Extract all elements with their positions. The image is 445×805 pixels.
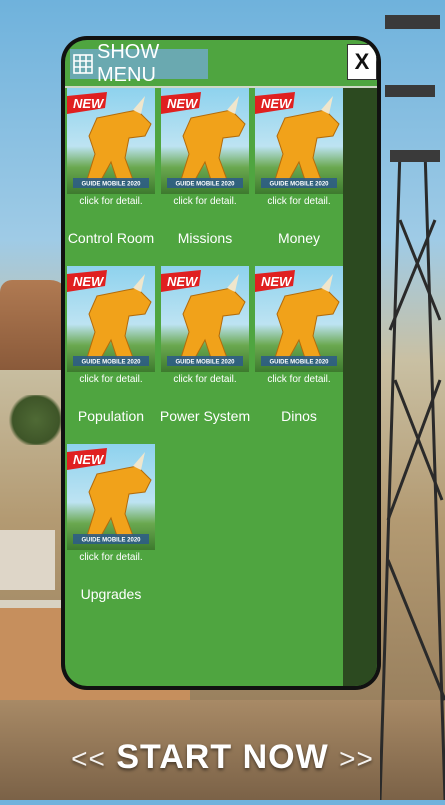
- show-menu-button[interactable]: SHOW MENU: [70, 41, 208, 86]
- tile-title[interactable]: Money: [251, 230, 347, 246]
- tile-title[interactable]: Upgrades: [65, 586, 159, 602]
- tile-detail-link[interactable]: click for detail.: [255, 374, 343, 385]
- svg-text:GUIDE MOBILE 2020: GUIDE MOBILE 2020: [81, 538, 141, 544]
- show-menu-label: SHOW MENU: [97, 41, 160, 86]
- close-button[interactable]: X: [347, 44, 377, 80]
- tile-detail-link[interactable]: click for detail.: [67, 552, 155, 563]
- background-cliff: [0, 280, 70, 370]
- chevrons-right-icon: >>: [339, 743, 374, 774]
- tile-detail-link[interactable]: click for detail.: [161, 196, 249, 207]
- dino-thumbnail[interactable]: NEW GUIDE MOBILE 2020: [67, 266, 155, 372]
- svg-text:GUIDE MOBILE 2020: GUIDE MOBILE 2020: [81, 182, 141, 188]
- svg-text:GUIDE MOBILE 2020: GUIDE MOBILE 2020: [81, 360, 141, 366]
- guide-tile-population[interactable]: NEW GUIDE MOBILE 2020 click for detail. …: [67, 266, 161, 444]
- svg-text:GUIDE MOBILE 2020: GUIDE MOBILE 2020: [269, 182, 329, 188]
- guide-tile-missions[interactable]: NEW GUIDE MOBILE 2020 click for detail. …: [161, 88, 255, 266]
- background-windmill: [378, 0, 445, 801]
- menu-panel-body: SHOW MENU X NEW GUIDE MOBILE 2020 click …: [65, 40, 377, 686]
- dino-thumbnail[interactable]: NEW GUIDE MOBILE 2020: [67, 88, 155, 194]
- svg-text:NEW: NEW: [167, 274, 199, 289]
- tile-title[interactable]: Missions: [157, 230, 253, 246]
- dino-thumbnail[interactable]: NEW GUIDE MOBILE 2020: [161, 266, 249, 372]
- tile-detail-link[interactable]: click for detail.: [67, 196, 155, 207]
- tile-title[interactable]: Population: [65, 408, 159, 424]
- start-now-label: START NOW: [116, 738, 329, 776]
- svg-text:NEW: NEW: [73, 274, 105, 289]
- guide-tile-money[interactable]: NEW GUIDE MOBILE 2020 click for detail. …: [255, 88, 349, 266]
- start-now-button[interactable]: << START NOW >>: [0, 738, 445, 777]
- guide-tile-control-room[interactable]: NEW GUIDE MOBILE 2020 click for detail. …: [67, 88, 161, 266]
- grid-icon: [73, 54, 93, 74]
- tile-title[interactable]: Power System: [157, 408, 253, 424]
- guide-tile-upgrades[interactable]: NEW GUIDE MOBILE 2020 click for detail. …: [67, 444, 161, 622]
- svg-text:GUIDE MOBILE 2020: GUIDE MOBILE 2020: [269, 360, 329, 366]
- close-icon: X: [354, 49, 370, 74]
- svg-text:GUIDE MOBILE 2020: GUIDE MOBILE 2020: [175, 182, 235, 188]
- svg-text:NEW: NEW: [261, 274, 293, 289]
- guide-grid: NEW GUIDE MOBILE 2020 click for detail. …: [67, 88, 349, 622]
- dino-thumbnail[interactable]: NEW GUIDE MOBILE 2020: [67, 444, 155, 550]
- guide-tile-power-system[interactable]: NEW GUIDE MOBILE 2020 click for detail. …: [160, 266, 255, 444]
- dino-thumbnail[interactable]: NEW GUIDE MOBILE 2020: [255, 266, 343, 372]
- chevrons-left-icon: <<: [71, 743, 106, 774]
- tile-detail-link[interactable]: click for detail.: [161, 374, 249, 385]
- svg-text:NEW: NEW: [73, 96, 105, 111]
- menu-panel: SHOW MENU X NEW GUIDE MOBILE 2020 click …: [61, 36, 381, 690]
- guide-tile-dinos[interactable]: NEW GUIDE MOBILE 2020 click for detail. …: [255, 266, 349, 444]
- menu-header: SHOW MENU X: [65, 40, 377, 86]
- background-tree: [6, 395, 66, 445]
- background-house: [0, 530, 55, 590]
- svg-text:GUIDE MOBILE 2020: GUIDE MOBILE 2020: [175, 360, 235, 366]
- tile-detail-link[interactable]: click for detail.: [255, 196, 343, 207]
- tile-detail-link[interactable]: click for detail.: [67, 374, 155, 385]
- svg-text:NEW: NEW: [73, 452, 105, 467]
- tile-title[interactable]: Control Room: [65, 230, 159, 246]
- tile-title[interactable]: Dinos: [251, 408, 347, 424]
- dino-thumbnail[interactable]: NEW GUIDE MOBILE 2020: [161, 88, 249, 194]
- svg-text:NEW: NEW: [167, 96, 199, 111]
- svg-text:NEW: NEW: [261, 96, 293, 111]
- dino-thumbnail[interactable]: NEW GUIDE MOBILE 2020: [255, 88, 343, 194]
